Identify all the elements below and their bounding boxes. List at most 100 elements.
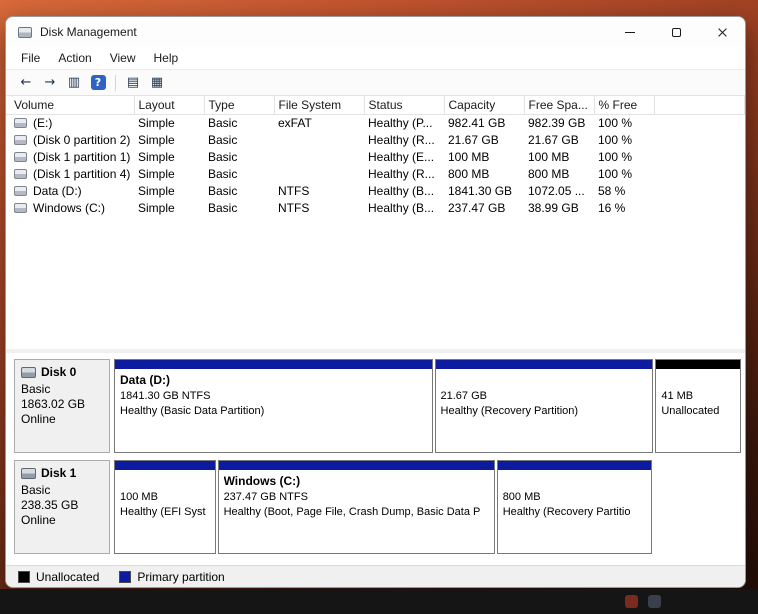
volume-list-pane: Volume Layout Type File System Status Ca… — [6, 96, 745, 353]
volume-icon — [14, 169, 27, 179]
close-icon — [717, 27, 728, 38]
volume-icon — [14, 186, 27, 196]
primary-partition-color-bar — [218, 461, 494, 470]
partition-size: 800 MB — [502, 491, 541, 503]
partition-recovery-disk0[interactable]: 21.67 GB Healthy (Recovery Partition) — [434, 359, 654, 453]
col-status[interactable]: Status — [364, 96, 445, 115]
menu-help[interactable]: Help — [145, 49, 188, 67]
forward-icon[interactable]: → — [38, 72, 62, 93]
disk-1-name-line: Disk 1 — [21, 466, 103, 481]
legend-unallocated: Unallocated — [18, 570, 99, 584]
disk-name: Disk 0 — [41, 365, 77, 379]
table-row[interactable]: (Disk 1 partition 1) Simple Basic Health… — [6, 149, 745, 166]
desktop: Disk Management File Action View Help ← … — [0, 0, 758, 614]
taskbar-app-icon[interactable] — [625, 595, 638, 608]
partition-windows-c[interactable]: Windows (C:) 237.47 GB NTFS Healthy (Boo… — [217, 460, 495, 554]
col-pct-free[interactable]: % Free — [594, 96, 655, 115]
table-row[interactable]: Data (D:) Simple Basic NTFS Healthy (B..… — [6, 183, 745, 200]
primary-partition-color-bar — [115, 461, 215, 470]
disk-size: 238.35 GB — [21, 498, 79, 512]
partition-data-d[interactable]: Data (D:) 1841.30 GB NTFS Healthy (Basic… — [114, 359, 433, 453]
close-button[interactable] — [699, 17, 745, 47]
disk-size: 1863.02 GB — [21, 397, 86, 411]
col-type[interactable]: Type — [204, 96, 275, 115]
legend-bar: Unallocated Primary partition — [6, 565, 745, 587]
disk-icon — [21, 468, 36, 479]
disk-0-info[interactable]: Disk 0 Basic 1863.02 GB Online — [14, 359, 110, 453]
disk-1-info[interactable]: Disk 1 Basic 238.35 GB Online — [14, 460, 110, 554]
disk-icon — [21, 367, 36, 378]
table-row[interactable]: Windows (C:) Simple Basic NTFS Healthy (… — [6, 200, 745, 217]
primary-partition-color-bar — [435, 360, 653, 369]
partition-status: Healthy (EFI Syst — [120, 506, 206, 518]
menu-view[interactable]: View — [101, 49, 145, 67]
back-icon[interactable]: ← — [14, 72, 38, 93]
disk-management-window: Disk Management File Action View Help ← … — [5, 16, 746, 588]
taskbar[interactable] — [0, 589, 758, 614]
partition-title — [503, 474, 646, 490]
toolbar: ← → ▥ ? ▤ ▦ — [6, 70, 745, 96]
toolbar-separator — [115, 74, 116, 91]
help-icon[interactable]: ? — [86, 72, 110, 93]
primary-partition-color-bar — [497, 461, 652, 470]
console-tree-icon[interactable]: ▥ — [62, 72, 86, 93]
partition-size: 21.67 GB — [440, 390, 487, 402]
volume-name: Windows (C:) — [33, 201, 106, 215]
col-layout[interactable]: Layout — [134, 96, 205, 115]
disk-0-partitions: Data (D:) 1841.30 GB NTFS Healthy (Basic… — [114, 359, 741, 453]
menubar: File Action View Help — [6, 47, 745, 70]
partition-size: 100 MB — [120, 491, 158, 503]
disk-graph-pane: Disk 0 Basic 1863.02 GB Online Data (D:)… — [6, 353, 745, 565]
volume-name: (Disk 1 partition 1) — [33, 150, 131, 164]
col-free-space[interactable]: Free Spa... — [524, 96, 595, 115]
table-row[interactable]: (Disk 1 partition 4) Simple Basic Health… — [6, 166, 745, 183]
disk-type: Basic — [21, 382, 51, 396]
volume-table: Volume Layout Type File System Status Ca… — [6, 96, 745, 217]
partition-size: 237.47 GB NTFS — [223, 491, 308, 503]
disk-type: Basic — [21, 483, 51, 497]
volume-icon — [14, 118, 27, 129]
primary-partition-swatch — [119, 570, 132, 583]
partition-title — [661, 373, 735, 389]
partition-unallocated[interactable]: 41 MB Unallocated — [655, 359, 741, 453]
taskbar-app-icon[interactable] — [648, 595, 661, 608]
window-title: Disk Management — [40, 25, 137, 39]
col-capacity[interactable]: Capacity — [444, 96, 525, 115]
disk-1-row: Disk 1 Basic 238.35 GB Online 100 MB Hea… — [14, 460, 741, 554]
volume-icon — [14, 135, 27, 145]
partition-status: Healthy (Boot, Page File, Crash Dump, Ba… — [223, 506, 481, 518]
disk-status: Online — [21, 513, 56, 527]
maximize-button[interactable] — [653, 17, 699, 47]
minimize-icon — [625, 31, 635, 33]
table-row[interactable]: (E:) Simple Basic exFAT Healthy (P... 98… — [6, 115, 745, 132]
disk-name: Disk 1 — [41, 466, 77, 480]
partition-size: 1841.30 GB NTFS — [120, 390, 211, 402]
partition-title: Data (D:) — [120, 373, 170, 387]
disk-management-app-icon — [18, 26, 32, 38]
volume-name: (E:) — [33, 116, 53, 131]
show-hide-pane-icon[interactable]: ▤ — [121, 72, 145, 93]
window-controls — [607, 17, 745, 47]
partition-status: Healthy (Recovery Partitio — [502, 506, 631, 518]
minimize-button[interactable] — [607, 17, 653, 47]
col-volume[interactable]: Volume — [6, 96, 135, 115]
partition-recovery-disk1[interactable]: 800 MB Healthy (Recovery Partitio — [496, 460, 653, 554]
legend-label: Primary partition — [137, 569, 225, 584]
menu-action[interactable]: Action — [49, 49, 100, 67]
unallocated-color-bar — [656, 360, 740, 369]
disk-1-partitions: 100 MB Healthy (EFI Syst Windows (C:) 23… — [114, 460, 741, 554]
volume-icon — [14, 152, 27, 162]
partition-title: Windows (C:) — [223, 474, 301, 488]
disk-status: Online — [21, 412, 56, 426]
col-file-system[interactable]: File System — [274, 96, 365, 115]
legend-primary-partition: Primary partition — [119, 569, 225, 584]
partition-status: Healthy (Recovery Partition) — [440, 405, 579, 417]
titlebar[interactable]: Disk Management — [6, 17, 745, 47]
properties-icon[interactable]: ▦ — [145, 72, 169, 93]
menu-file[interactable]: File — [12, 49, 49, 67]
table-row[interactable]: (Disk 0 partition 2) Simple Basic Health… — [6, 132, 745, 149]
partition-efi-system[interactable]: 100 MB Healthy (EFI Syst — [114, 460, 216, 554]
partition-size: 41 MB — [661, 390, 694, 402]
volume-name: Data (D:) — [33, 184, 82, 198]
volume-name: (Disk 0 partition 2) — [33, 133, 131, 147]
